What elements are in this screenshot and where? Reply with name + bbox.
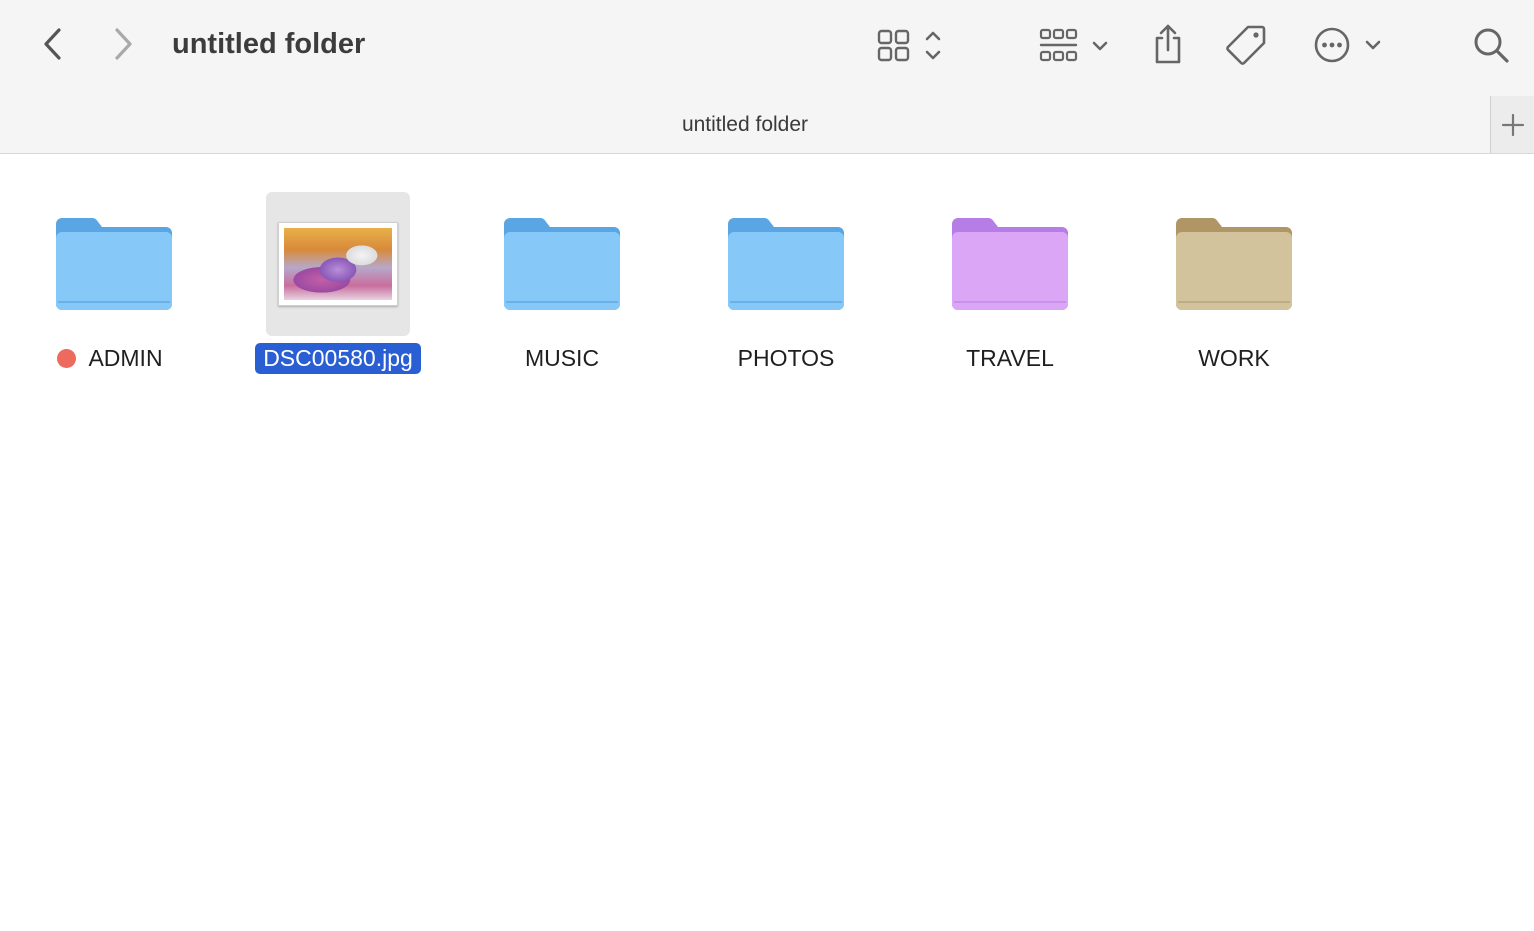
share-icon	[1155, 24, 1181, 64]
folder-photos[interactable]: PHOTOS	[686, 192, 886, 382]
folder-icon	[714, 192, 858, 336]
folder-travel[interactable]: TRAVEL	[910, 192, 1110, 382]
item-label-row: TRAVEL	[910, 341, 1110, 375]
share-button[interactable]	[1146, 20, 1190, 68]
tab-untitled-folder[interactable]: untitled folder	[0, 92, 1490, 153]
item-label: PHOTOS	[737, 344, 835, 371]
folder-admin[interactable]: ADMIN	[14, 192, 214, 382]
item-label: WORK	[1198, 344, 1270, 371]
image-thumbnail	[266, 192, 410, 336]
photo-frame	[278, 222, 398, 306]
view-options-button[interactable]	[870, 22, 950, 68]
item-label-row: PHOTOS	[686, 341, 886, 375]
folder-icon	[42, 192, 186, 336]
item-label-row: ADMIN	[14, 341, 214, 375]
plus-icon	[1501, 113, 1525, 136]
item-label-row: MUSIC	[462, 341, 662, 375]
tag-icon	[1226, 25, 1266, 65]
ellipsis-circle-icon	[1314, 27, 1381, 63]
folder-icon	[938, 192, 1082, 336]
item-label: MUSIC	[524, 344, 600, 371]
chevron-right-icon	[115, 28, 132, 60]
item-label: ADMIN	[88, 344, 163, 371]
folder-music[interactable]: MUSIC	[462, 192, 662, 382]
grid-view-icon	[877, 29, 941, 62]
item-label-row: DSC00580.jpg	[238, 341, 438, 375]
forward-button[interactable]	[106, 24, 140, 64]
more-actions-button[interactable]	[1308, 22, 1388, 68]
file-grid: ADMIN DSC00580.jpg MUSIC PHOTOS TRAVEL W…	[0, 154, 1534, 931]
back-button[interactable]	[36, 24, 70, 64]
search-icon	[1474, 28, 1509, 63]
item-label-row: WORK	[1134, 341, 1334, 375]
photo-preview	[284, 228, 392, 300]
new-tab-button[interactable]	[1490, 96, 1534, 153]
tag-button[interactable]	[1224, 20, 1270, 68]
red-tag-dot	[57, 348, 77, 368]
group-by-icon	[1039, 28, 1108, 62]
window-title: untitled folder	[172, 28, 366, 60]
folder-icon	[490, 192, 634, 336]
folder-icon	[1162, 192, 1306, 336]
file-dsc00580-jpg[interactable]: DSC00580.jpg	[238, 192, 438, 382]
folder-work[interactable]: WORK	[1134, 192, 1334, 382]
search-button[interactable]	[1468, 22, 1514, 68]
toolbar: untitled folder	[0, 0, 1534, 92]
chevron-left-icon	[44, 28, 61, 60]
item-label: TRAVEL	[966, 344, 1054, 371]
group-by-button[interactable]	[1034, 22, 1114, 68]
finder-window: untitled folder untitled folder ADMIN DS…	[0, 0, 1534, 931]
item-label: DSC00580.jpg	[255, 342, 421, 374]
tab-bar: untitled folder	[0, 92, 1534, 154]
